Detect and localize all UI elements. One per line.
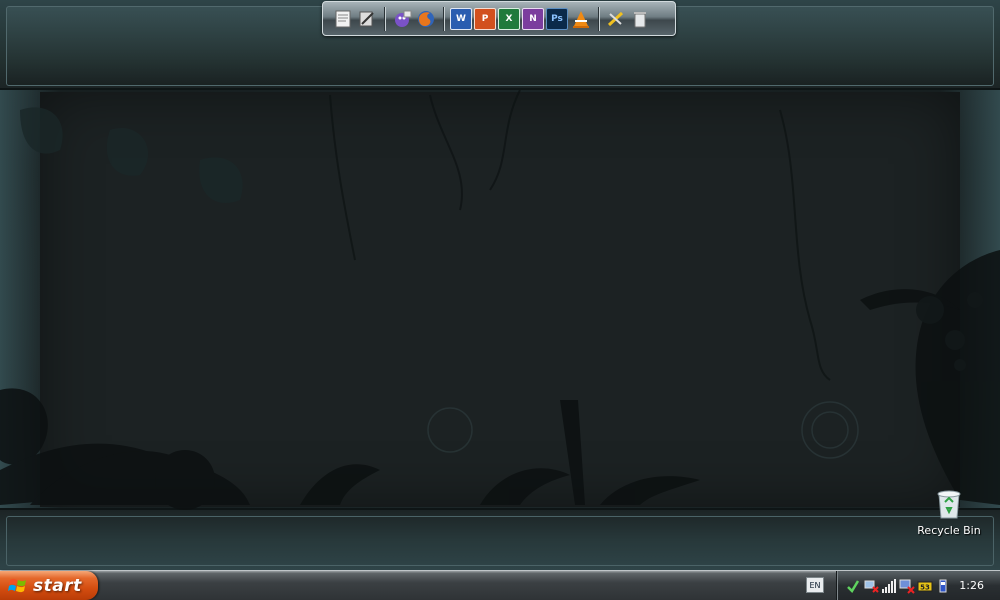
recycle-bin-icon bbox=[937, 490, 961, 519]
excel-icon-glyph: X bbox=[505, 13, 513, 24]
messenger-icon[interactable] bbox=[391, 8, 413, 30]
utilities-icon[interactable] bbox=[605, 8, 627, 30]
photoshop-icon[interactable]: Ps bbox=[546, 7, 568, 30]
recycle-bin-label: Recycle Bin bbox=[917, 524, 981, 537]
dock-separator bbox=[384, 6, 385, 31]
word-icon[interactable]: W bbox=[450, 7, 472, 30]
usb-icon[interactable] bbox=[935, 578, 951, 594]
battery-icon[interactable]: 53 bbox=[917, 578, 933, 594]
vlc-icon[interactable] bbox=[570, 8, 592, 30]
start-button[interactable]: start bbox=[0, 571, 98, 600]
word-icon-glyph: W bbox=[456, 13, 466, 24]
language-label: EN bbox=[809, 580, 821, 590]
notepad-icon[interactable] bbox=[332, 8, 354, 30]
wallpaper-tribal-artwork bbox=[0, 89, 1000, 510]
recycle-bin-desktop-icon[interactable]: Recycle Bin bbox=[914, 486, 984, 542]
svg-text:53: 53 bbox=[920, 583, 930, 591]
language-indicator[interactable]: EN bbox=[806, 577, 824, 593]
network-icon[interactable] bbox=[863, 578, 879, 594]
signal-icon[interactable] bbox=[881, 578, 897, 594]
onenote-icon[interactable]: N bbox=[522, 7, 544, 30]
taskbar: start EN 53 1:26 bbox=[0, 570, 1000, 600]
dock-separator bbox=[443, 6, 444, 31]
windows-logo-icon bbox=[8, 578, 26, 592]
desktop-wallpaper[interactable] bbox=[0, 0, 1000, 570]
dock-separator bbox=[598, 6, 599, 31]
trash-icon[interactable] bbox=[629, 8, 651, 30]
update-icon[interactable] bbox=[845, 578, 861, 594]
excel-icon[interactable]: X bbox=[498, 7, 520, 30]
system-tray: 53 1:26 bbox=[836, 571, 1000, 600]
quick-launch-dock: W P X N Ps bbox=[322, 1, 676, 36]
onenote-icon-glyph: N bbox=[529, 13, 537, 24]
tools-icon[interactable] bbox=[356, 8, 378, 30]
firefox-icon[interactable] bbox=[415, 8, 437, 30]
powerpoint-icon[interactable]: P bbox=[474, 7, 496, 30]
network-disconnected-icon[interactable] bbox=[899, 578, 915, 594]
powerpoint-icon-glyph: P bbox=[481, 13, 489, 24]
clock[interactable]: 1:26 bbox=[959, 579, 984, 592]
photoshop-icon-glyph: Ps bbox=[551, 13, 563, 24]
start-label: start bbox=[33, 575, 82, 596]
